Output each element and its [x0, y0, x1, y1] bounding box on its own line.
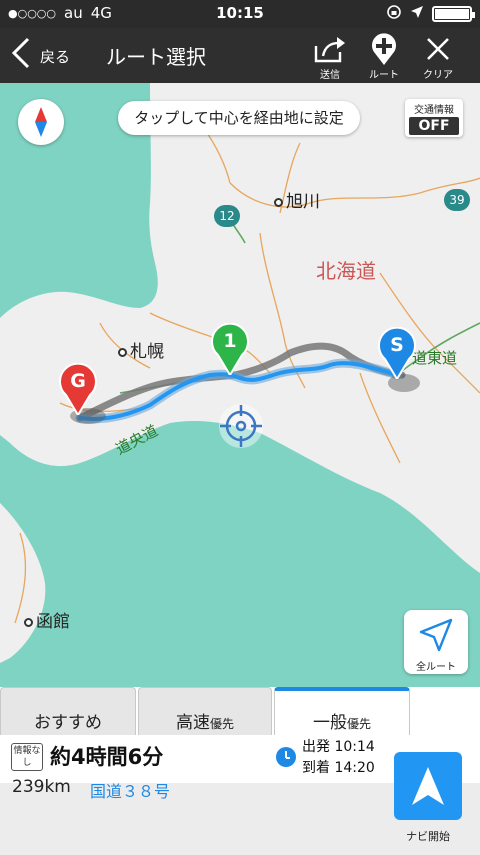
- tab-label: 一般: [312, 713, 347, 733]
- tab-label: 高速: [175, 713, 210, 733]
- traffic-title: 交通情報: [414, 105, 454, 116]
- city-label-asahikawa: 旭川: [274, 187, 320, 212]
- chevron-left-icon: [10, 36, 32, 76]
- start-navigation-label: ナビ開始: [406, 830, 450, 843]
- start-pin-label: S: [390, 334, 404, 356]
- tab-recommended[interactable]: おすすめ: [0, 687, 136, 735]
- traffic-state: OFF: [409, 117, 459, 135]
- road-label-doto: 道東道: [412, 349, 458, 367]
- map-view[interactable]: タップして中心を経由地に設定 交通情報 OFF 12 39 旭川 北海道 札幌 …: [0, 83, 480, 687]
- all-route-label: 全ルート: [416, 662, 456, 673]
- battery-icon: [432, 6, 475, 22]
- share-icon: [302, 32, 358, 66]
- back-button[interactable]: 戻る: [10, 36, 70, 76]
- navigation-bar: 戻る ルート選択 送信 ルート クリア: [0, 28, 480, 83]
- depart-time: 出発 10:14: [302, 739, 375, 755]
- route-times: 出発 10:14 到着 14:20: [302, 737, 375, 779]
- page-title: ルート選択: [106, 45, 206, 69]
- send-button[interactable]: 送信: [302, 32, 358, 81]
- region-label-hokkaido: 北海道: [316, 259, 376, 283]
- route-12-shield: 12: [214, 205, 240, 227]
- goal-pin-label: G: [70, 370, 86, 392]
- add-waypoint-icon: [356, 32, 412, 66]
- start-navigation-button[interactable]: [394, 752, 462, 820]
- add-route-button[interactable]: ルート: [356, 32, 412, 81]
- waypoint-pin-label: 1: [223, 330, 237, 352]
- tab-highway-priority[interactable]: 高速優先: [138, 687, 272, 735]
- goal-pin[interactable]: G: [58, 362, 98, 417]
- tab-label: おすすめ: [34, 713, 102, 733]
- traffic-info-toggle[interactable]: 交通情報 OFF: [405, 99, 463, 137]
- navigation-arrow-icon: [419, 618, 453, 652]
- route-option-tabs: おすすめ 高速優先 一般優先: [0, 687, 480, 735]
- route-label: ルート: [369, 70, 399, 81]
- send-label: 送信: [320, 70, 340, 81]
- tab-general-road-priority[interactable]: 一般優先: [274, 687, 410, 735]
- route-road-name: 国道３８号: [90, 782, 171, 801]
- arrive-time: 到着 14:20: [302, 760, 375, 776]
- map-center-crosshair-icon: [217, 402, 265, 450]
- tab-suffix: 優先: [209, 717, 234, 731]
- back-label: 戻る: [40, 47, 71, 66]
- waypoint-hint-button[interactable]: タップして中心を経由地に設定: [118, 101, 360, 135]
- city-label-sapporo: 札幌: [118, 337, 164, 362]
- navigation-arrow-icon: [412, 767, 444, 805]
- compass-button[interactable]: [18, 99, 64, 145]
- city-label-hakodate: 函館: [24, 607, 70, 632]
- start-pin[interactable]: S: [377, 326, 417, 381]
- location-arrow-icon: [410, 5, 424, 23]
- tab-suffix: 優先: [346, 717, 371, 731]
- rotation-lock-icon: [386, 4, 402, 24]
- waypoint-pin[interactable]: 1: [210, 322, 250, 377]
- all-route-button[interactable]: 全ルート: [404, 610, 468, 674]
- clear-label: クリア: [423, 70, 453, 81]
- close-icon: [410, 32, 466, 66]
- chevron-up-icon: [275, 689, 409, 709]
- no-traffic-info-badge: 情報なし: [11, 743, 43, 771]
- route-39-shield: 39: [444, 189, 470, 211]
- compass-icon: [35, 107, 47, 137]
- route-distance: 239km: [12, 777, 71, 797]
- route-duration: 約4時間6分: [50, 745, 164, 769]
- status-bar: ●○○○○ au 4G 10:15: [0, 0, 480, 28]
- clock-icon: [276, 747, 296, 767]
- clear-button[interactable]: クリア: [410, 32, 466, 81]
